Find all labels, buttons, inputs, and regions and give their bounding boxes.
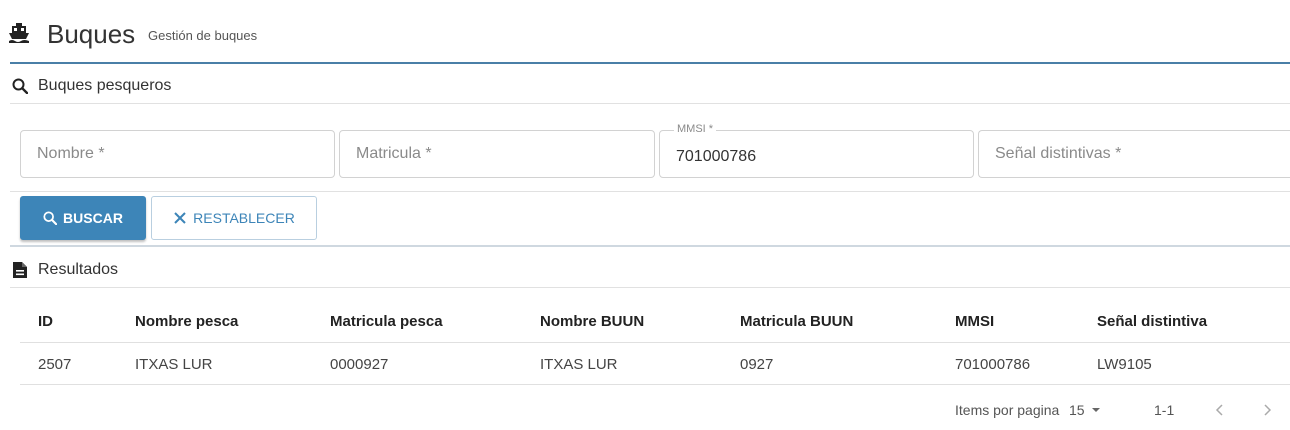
search-button[interactable]: BUSCAR (20, 196, 146, 240)
ship-icon (9, 23, 29, 43)
column-header[interactable]: Matricula pesca (330, 300, 443, 342)
page-header: Buques Gestión de buques (0, 10, 1290, 62)
page-title: Buques (47, 19, 136, 49)
column-header[interactable]: Nombre BUUN (540, 300, 644, 342)
search-section-label: Buques pesqueros (38, 77, 172, 94)
divider (10, 103, 1290, 104)
table-cell: LW9105 (1097, 355, 1152, 373)
close-icon (174, 212, 186, 224)
results-section-title: Resultados (12, 256, 118, 284)
table-cell: 0000927 (330, 355, 389, 373)
matricula-field[interactable] (339, 130, 655, 178)
reset-button[interactable]: RESTABLECER (151, 196, 317, 240)
mmsi-field[interactable]: MMSI * (659, 123, 974, 178)
senal-input[interactable] (979, 131, 1290, 177)
column-header[interactable]: ID (38, 300, 53, 342)
table-header-row: ID Nombre pesca Matricula pesca Nombre B… (20, 300, 1290, 342)
chevron-right-icon (1264, 404, 1272, 416)
results-table: ID Nombre pesca Matricula pesca Nombre B… (20, 300, 1290, 385)
divider (10, 191, 1290, 192)
items-per-page-label: Items por pagina (955, 402, 1060, 418)
column-header[interactable]: Nombre pesca (135, 300, 238, 342)
page-subtitle: Gestión de buques (148, 28, 258, 43)
divider (10, 245, 1290, 247)
prev-page-button[interactable] (1215, 398, 1225, 422)
page-range: 1-1 (1154, 402, 1175, 418)
divider (20, 342, 1290, 343)
page-size-select[interactable]: 15 (1069, 398, 1101, 422)
search-section-title: Buques pesqueros (12, 72, 171, 100)
table-cell: ITXAS LUR (135, 355, 213, 373)
nombre-field[interactable] (20, 130, 335, 178)
column-header[interactable]: Señal distintiva (1097, 300, 1207, 342)
table-row[interactable]: 2507 ITXAS LUR 0000927 ITXAS LUR 0927 70… (20, 344, 1290, 384)
column-header[interactable]: Matricula BUUN (740, 300, 853, 342)
table-cell: ITXAS LUR (540, 355, 618, 373)
divider (20, 384, 1290, 385)
results-section-label: Resultados (38, 261, 119, 278)
table-cell: 701000786 (955, 355, 1031, 373)
header-divider (10, 62, 1290, 64)
search-icon (12, 78, 28, 94)
divider (10, 287, 1290, 288)
document-icon (13, 262, 27, 278)
id-link[interactable]: 2507 (38, 344, 71, 384)
search-icon (43, 211, 58, 225)
nombre-input[interactable] (21, 131, 334, 177)
chevron-left-icon (1215, 404, 1223, 416)
caret-down-icon (1091, 408, 1100, 412)
column-header[interactable]: MMSI (955, 300, 994, 342)
search-button-label: BUSCAR (63, 210, 123, 226)
table-cell: 0927 (740, 355, 774, 373)
mmsi-input[interactable] (660, 131, 973, 177)
reset-button-label: RESTABLECER (193, 210, 295, 226)
next-page-button[interactable] (1262, 398, 1272, 422)
senal-field[interactable] (978, 130, 1290, 178)
matricula-input[interactable] (340, 131, 654, 177)
page-size-value: 15 (1069, 402, 1085, 418)
